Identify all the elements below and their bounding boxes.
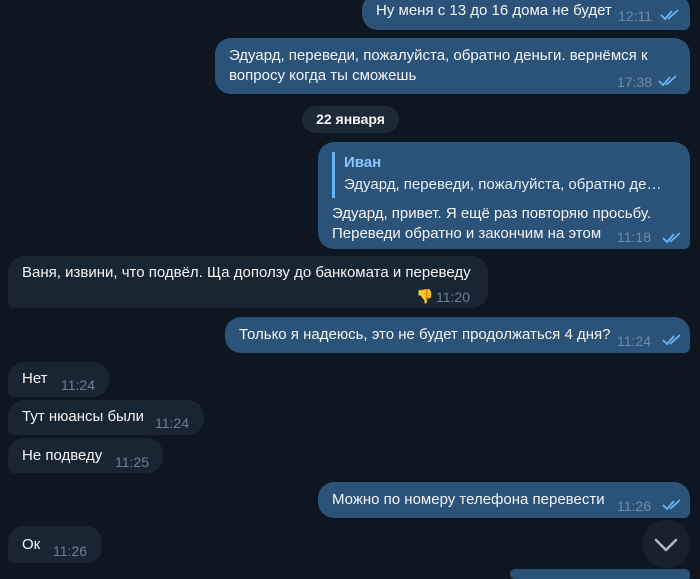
message-time: 11:24 [155, 415, 189, 431]
thumbs-down-icon[interactable]: 👎 [416, 286, 433, 306]
message-outgoing[interactable]: Эдуард, переведи, пожалуйста, обратно де… [215, 38, 690, 94]
message-time: 11:24 [61, 377, 95, 393]
message-outgoing[interactable]: Только я надеюсь, это не будет продолжат… [225, 317, 690, 353]
reply-preview: Эдуард, переведи, пожалуйста, обратно де… [344, 176, 662, 193]
message-text-line: Эдуард, привет. Я ещё раз повторяю прось… [332, 205, 651, 222]
message-outgoing-partial [510, 569, 690, 579]
message-time: 11:18 [617, 229, 651, 245]
scroll-to-bottom-button[interactable] [642, 520, 690, 568]
message-text: Только я надеюсь, это не будет продолжат… [239, 326, 611, 343]
message-text: Ну меня с 13 до 16 дома не будет [376, 2, 612, 19]
message-text: Тут нюансы были [22, 408, 144, 425]
double-check-icon [658, 75, 677, 87]
double-check-icon [662, 499, 681, 511]
message-text: Ок [22, 536, 41, 553]
message-incoming[interactable]: Ваня, извини, что подвёл. Ща доползу до … [8, 256, 488, 308]
message-text: Ваня, извини, что подвёл. Ща доползу до … [22, 264, 471, 281]
message-text-line: Переведи обратно и закончим на этом [332, 225, 602, 242]
message-incoming[interactable]: Тут нюансы были 11:24 [8, 400, 204, 435]
message-text-line: вопросу когда ты сможешь [229, 67, 417, 84]
reply-author: Иван [344, 154, 382, 171]
message-incoming[interactable]: Ок 11:26 [8, 526, 102, 563]
double-check-icon [662, 232, 681, 244]
message-time: 11:26 [53, 543, 87, 559]
message-time: 11:20 [436, 289, 470, 305]
message-text: Можно по номеру телефона перевести [332, 491, 605, 508]
message-incoming[interactable]: Нет 11:24 [8, 362, 109, 397]
message-text: Нет [22, 370, 48, 387]
message-text-line: Эдуард, переведи, пожалуйста, обратно де… [229, 47, 648, 64]
reply-quote[interactable]: Иван Эдуард, переведи, пожалуйста, обрат… [332, 152, 662, 198]
message-time: 11:24 [617, 333, 651, 349]
double-check-icon [660, 9, 679, 21]
message-time: 12:11 [618, 8, 652, 24]
message-outgoing[interactable]: Ну меня с 13 до 16 дома не будет 12:11 [362, 0, 690, 30]
message-time: 11:25 [115, 454, 149, 470]
message-outgoing[interactable]: Можно по номеру телефона перевести 11:26 [318, 482, 690, 518]
message-time: 11:26 [617, 498, 651, 514]
double-check-icon [662, 334, 681, 346]
chevron-down-icon [654, 538, 678, 552]
date-separator: 22 января [302, 106, 399, 133]
message-incoming[interactable]: Не подведу 11:25 [8, 438, 163, 473]
message-time: 17:38 [617, 74, 653, 90]
message-text: Не подведу [22, 447, 103, 464]
